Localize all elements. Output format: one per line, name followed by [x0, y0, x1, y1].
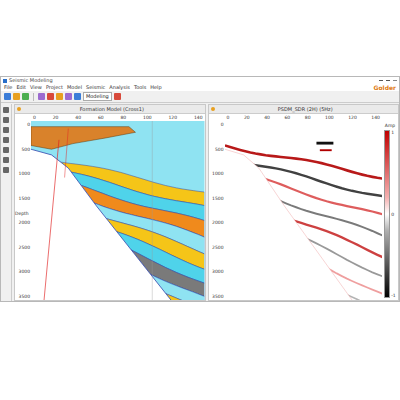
- close-icon[interactable]: [393, 80, 397, 81]
- y-axis-label: Depth: [15, 211, 29, 216]
- menu-bar: File Edit View Project Model Seismic Analysis T…: [1, 84, 399, 91]
- reflector: [225, 237, 383, 300]
- reflector: [225, 228, 383, 300]
- reflector: [225, 204, 383, 276]
- window-title: Seismic Modeling: [9, 77, 377, 84]
- pointer-icon[interactable]: [3, 107, 9, 113]
- menu-item[interactable]: Edit: [16, 84, 26, 91]
- y-axis: 0500100015002000250030003500Depth: [15, 121, 31, 300]
- color-bar-title: Amp: [385, 123, 395, 128]
- toolbar: Modeling: [1, 91, 399, 103]
- x-axis: 020406080100120140: [225, 114, 383, 121]
- menu-item[interactable]: View: [30, 84, 42, 91]
- horizon-icon[interactable]: [3, 157, 9, 163]
- zoom-icon[interactable]: [74, 93, 81, 100]
- menu-item[interactable]: Project: [46, 84, 63, 91]
- x-axis: 020406080100120140: [31, 114, 205, 121]
- menu-item[interactable]: Model: [67, 84, 82, 91]
- reflector: [225, 217, 383, 293]
- reflector: [225, 275, 383, 300]
- new-icon[interactable]: [4, 93, 11, 100]
- minimize-icon[interactable]: [379, 80, 383, 81]
- mode-dropdown[interactable]: Modeling: [83, 92, 112, 101]
- menu-item[interactable]: Help: [150, 84, 161, 91]
- tool-palette: [1, 104, 12, 301]
- settings-icon[interactable]: [114, 93, 121, 100]
- save-icon[interactable]: [22, 93, 29, 100]
- reflector: [225, 263, 383, 300]
- reflector: [225, 190, 383, 257]
- formation-model[interactable]: [31, 121, 205, 300]
- seismic-section[interactable]: [225, 121, 383, 300]
- pick-icon[interactable]: [3, 127, 9, 133]
- page: Seismic ModelingFileEditViewProjectModel…: [0, 0, 400, 400]
- chart-icon[interactable]: [47, 93, 54, 100]
- open-icon[interactable]: [13, 93, 20, 100]
- panel-header: PSDM_SDR (2H) (5Hz): [209, 105, 399, 114]
- menu-item[interactable]: Analysis: [109, 84, 130, 91]
- pin-icon[interactable]: [17, 107, 21, 111]
- color-bar: Amp10-1: [382, 121, 398, 300]
- app-icon: [3, 79, 7, 83]
- fault-icon[interactable]: [3, 147, 9, 153]
- maximize-icon[interactable]: [386, 80, 390, 81]
- reflector: [225, 145, 383, 178]
- panel-header: Formation Model (Cross1): [15, 105, 205, 114]
- grid-icon[interactable]: [38, 93, 45, 100]
- workspace: Formation Model (Cross1) 0204060801001201…: [1, 103, 399, 301]
- menu-item[interactable]: File: [4, 84, 12, 91]
- title-bar: Seismic Modeling: [1, 77, 399, 84]
- reflector: [225, 170, 383, 215]
- panel-title: PSDM_SDR (2H) (5Hz): [215, 106, 397, 112]
- panel-title: Formation Model (Cross1): [21, 106, 203, 112]
- pan-icon[interactable]: [3, 117, 9, 123]
- seismic-panel: PSDM_SDR (2H) (5Hz) 020406080100120140050…: [208, 104, 400, 301]
- y-axis: 0500100015002000250030003500: [209, 121, 225, 300]
- top-unit[interactable]: [31, 127, 135, 150]
- window-controls: [379, 80, 397, 81]
- draw-icon[interactable]: [3, 137, 9, 143]
- app-window: Seismic ModelingFileEditViewProjectModel…: [0, 76, 400, 302]
- reflector: [225, 159, 383, 196]
- menu-item[interactable]: Tools: [134, 84, 146, 91]
- table-icon[interactable]: [65, 93, 72, 100]
- fault-line[interactable]: [44, 140, 59, 300]
- pin-icon[interactable]: [211, 107, 215, 111]
- logo: Golder: [374, 84, 396, 91]
- erase-icon[interactable]: [3, 167, 9, 173]
- menu-item[interactable]: Seismic: [86, 84, 105, 91]
- reflector: [225, 179, 383, 235]
- reflector: [225, 249, 383, 300]
- model-panel: Formation Model (Cross1) 0204060801001201…: [14, 104, 206, 301]
- layers-icon[interactable]: [56, 93, 63, 100]
